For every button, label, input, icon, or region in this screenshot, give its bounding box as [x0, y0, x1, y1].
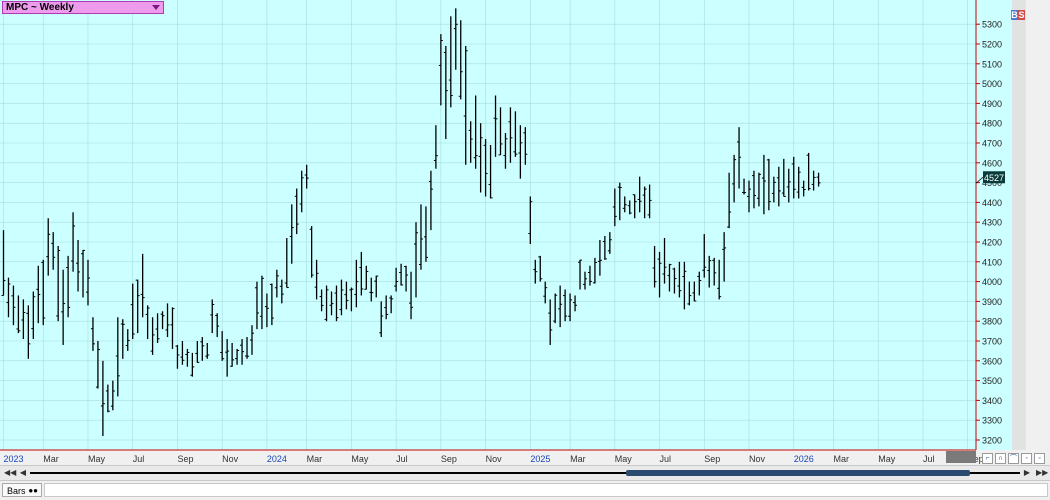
- x-tick-label: Mar: [307, 454, 323, 464]
- bottom-bar: Bars ●●: [0, 480, 1050, 500]
- scroll-right-icon[interactable]: ▶: [1022, 468, 1032, 478]
- price-chart: 3200 3300 3400 3500 3600 3700 3800 3900 4000 4100…: [0, 0, 1026, 464]
- y-tick-label: 4600: [982, 158, 1002, 168]
- y-tick-label: 5300: [982, 20, 1002, 30]
- y-tick-label: 3800: [982, 317, 1002, 327]
- x-tick-label: 2024: [267, 454, 287, 464]
- chevron-down-icon[interactable]: [152, 5, 160, 10]
- time-scrollbar[interactable]: ◀◀ ◀ ▶ ▶▶: [0, 465, 1050, 480]
- sell-label[interactable]: S: [1018, 10, 1025, 20]
- x-tick-label: Jul: [396, 454, 408, 464]
- y-tick-label: 3200: [982, 436, 1002, 446]
- x-tick-label: Nov: [749, 454, 766, 464]
- link-icon: ●●: [28, 486, 38, 495]
- bars-tab[interactable]: Bars ●●: [2, 483, 42, 497]
- y-tick-label: 4900: [982, 99, 1002, 109]
- last-price-label: 4527: [984, 173, 1004, 183]
- y-tick-label: 4400: [982, 198, 1002, 208]
- tool-icon-4[interactable]: ◦: [1021, 453, 1032, 464]
- sheet-tab-area: [44, 483, 1048, 497]
- x-tick-label: Nov: [486, 454, 503, 464]
- x-tick-label: Sep: [177, 454, 193, 464]
- x-tick-label: Mar: [833, 454, 849, 464]
- x-tick-label: May: [878, 454, 896, 464]
- x-tick-label: Jul: [133, 454, 145, 464]
- plot-background: [0, 0, 976, 450]
- x-tick-label: Sep: [441, 454, 457, 464]
- y-tick-label: 4100: [982, 257, 1002, 267]
- x-tick-label: Jul: [660, 454, 672, 464]
- y-tick-label: 5200: [982, 40, 1002, 50]
- x-tick-label: 2026: [794, 454, 814, 464]
- time-axis-labels: 2023 Mar May Jul Sep Nov 2024 Mar May Jul Sep Nov 20…: [4, 454, 984, 464]
- buy-sell-toggle[interactable]: BS: [1011, 10, 1025, 20]
- tool-icon-2[interactable]: ∩: [995, 453, 1006, 464]
- y-tick-label: 5100: [982, 59, 1002, 69]
- x-tick-label: May: [88, 454, 106, 464]
- y-tick-label: 4700: [982, 139, 1002, 149]
- y-tick-label: 4800: [982, 119, 1002, 129]
- x-tick-label: May: [351, 454, 369, 464]
- x-tick-label: May: [615, 454, 633, 464]
- y-tick-label: 5000: [982, 79, 1002, 89]
- tool-icon-1[interactable]: ⌐: [982, 453, 993, 464]
- y-tick-label: 3300: [982, 416, 1002, 426]
- y-tick-label: 3600: [982, 356, 1002, 366]
- y-tick-label: 3400: [982, 396, 1002, 406]
- buy-label[interactable]: B: [1011, 10, 1018, 20]
- time-axis-shade: [946, 451, 976, 463]
- x-tick-label: 2023: [4, 454, 24, 464]
- y-tick-label: 4300: [982, 218, 1002, 228]
- y-tick-label: 3500: [982, 376, 1002, 386]
- y-tick-label: 4200: [982, 238, 1002, 248]
- tool-icon-3[interactable]: ⌒: [1008, 453, 1019, 464]
- x-tick-label: Mar: [570, 454, 586, 464]
- y-tick-label: 3700: [982, 337, 1002, 347]
- symbol-title[interactable]: MPC ~ Weekly: [2, 1, 164, 14]
- x-tick-label: Mar: [43, 454, 59, 464]
- y-tick-label: 3900: [982, 297, 1002, 307]
- scroll-start-icon[interactable]: ◀◀: [4, 468, 16, 478]
- scroll-left-icon[interactable]: ◀: [18, 468, 28, 478]
- x-tick-label: 2025: [530, 454, 550, 464]
- x-tick-label: Nov: [222, 454, 239, 464]
- scroll-thumb[interactable]: [626, 470, 970, 476]
- symbol-title-text: MPC ~ Weekly: [6, 2, 74, 13]
- right-strip: [1012, 0, 1026, 450]
- x-tick-label: Sep: [704, 454, 720, 464]
- x-tick-label: Jul: [923, 454, 935, 464]
- y-tick-label: 4000: [982, 277, 1002, 287]
- bars-tab-label: Bars: [7, 486, 26, 496]
- scroll-end-icon[interactable]: ▶▶: [1036, 468, 1048, 478]
- tool-icon-5[interactable]: ◦: [1034, 453, 1045, 464]
